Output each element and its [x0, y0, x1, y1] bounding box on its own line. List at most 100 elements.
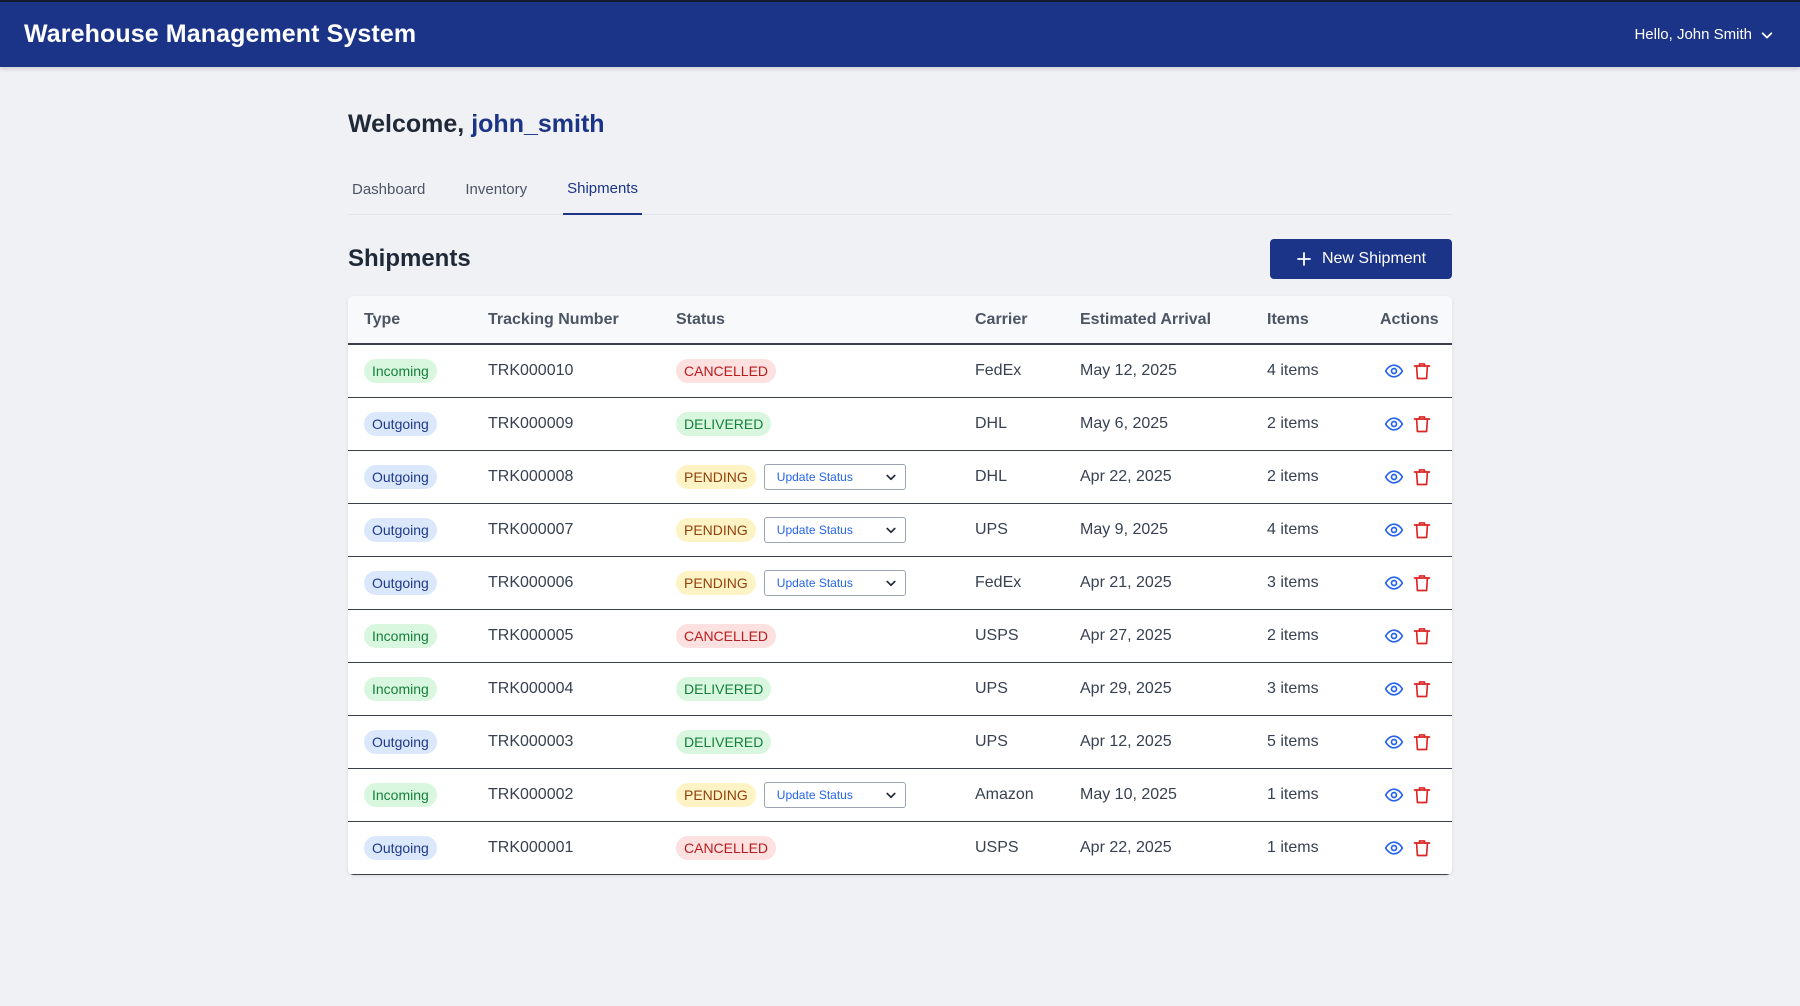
eye-icon[interactable]: [1384, 785, 1404, 805]
eye-icon[interactable]: [1384, 467, 1404, 487]
cell-tracking-number: TRK000009: [488, 414, 574, 432]
table-row: Incoming TRK000002 PENDING Update Status Ama…: [348, 768, 1452, 821]
column-header-actions: Actions: [1380, 310, 1439, 328]
cell-actions: [1364, 344, 1452, 397]
cell-carrier: Amazon: [975, 785, 1034, 803]
cell-carrier: UPS: [975, 679, 1008, 697]
trash-icon[interactable]: [1412, 361, 1432, 381]
table-row: Outgoing TRK000008 PENDING Update Status DHL…: [348, 450, 1452, 503]
table-row: Outgoing TRK000003 DELIVERED UPS Apr 12, 202…: [348, 715, 1452, 768]
status-badge: PENDING: [676, 570, 756, 595]
eye-icon[interactable]: [1384, 520, 1404, 540]
trash-icon[interactable]: [1412, 467, 1432, 487]
cell-tracking-number: TRK000007: [488, 520, 574, 538]
eye-icon[interactable]: [1384, 679, 1404, 699]
status-badge: PENDING: [676, 464, 756, 489]
column-header-carrier: Carrier: [975, 310, 1028, 328]
tab-dashboard[interactable]: Dashboard: [348, 164, 429, 215]
table-row: Outgoing TRK000001 CANCELLED USPS Apr 22, 20…: [348, 821, 1452, 874]
cell-estimated-arrival: May 9, 2025: [1080, 520, 1169, 538]
cell-actions: [1364, 503, 1452, 556]
cell-type: Incoming: [348, 768, 472, 821]
eye-icon[interactable]: [1384, 573, 1404, 593]
cell-status: DELIVERED: [660, 397, 959, 450]
column-header-items: Items: [1267, 310, 1309, 328]
cell-carrier: DHL: [975, 414, 1008, 432]
trash-icon[interactable]: [1412, 838, 1432, 858]
trash-icon[interactable]: [1412, 414, 1432, 434]
new-shipment-button[interactable]: New Shipment: [1270, 239, 1452, 279]
cell-actions: [1364, 556, 1452, 609]
cell-items: 5 items: [1267, 732, 1319, 750]
main-content: Welcome, john_smith Dashboard Inventory …: [348, 67, 1452, 875]
chevron-down-icon: [1761, 31, 1773, 38]
cell-items: 3 items: [1267, 573, 1319, 591]
cell-carrier: FedEx: [975, 361, 1022, 379]
cell-status: CANCELLED: [660, 344, 959, 397]
table-row: Outgoing TRK000006 PENDING Update Status Fed…: [348, 556, 1452, 609]
trash-icon[interactable]: [1412, 626, 1432, 646]
cell-tracking-number: TRK000004: [488, 679, 574, 697]
cell-estimated-arrival: Apr 27, 2025: [1080, 626, 1172, 644]
type-badge: Outgoing: [364, 835, 437, 860]
type-badge: Outgoing: [364, 517, 437, 542]
cell-carrier: USPS: [975, 838, 1019, 856]
trash-icon[interactable]: [1412, 732, 1432, 752]
cell-type: Incoming: [348, 662, 472, 715]
chevron-down-icon: [886, 792, 896, 798]
cell-items: 2 items: [1267, 467, 1319, 485]
cell-status: PENDING Update Status: [660, 503, 959, 556]
status-badge: DELIVERED: [676, 676, 772, 701]
cell-items: 1 items: [1267, 785, 1319, 803]
cell-status: PENDING Update Status: [660, 556, 959, 609]
trash-icon[interactable]: [1412, 679, 1432, 699]
top-navbar: Warehouse Management System Hello, John …: [0, 0, 1800, 67]
cell-estimated-arrival: May 10, 2025: [1080, 785, 1177, 803]
status-badge: PENDING: [676, 517, 756, 542]
cell-type: Incoming: [348, 609, 472, 662]
table-row: Outgoing TRK000007 PENDING Update Status UPS…: [348, 503, 1452, 556]
type-badge: Incoming: [364, 676, 437, 701]
cell-items: 4 items: [1267, 520, 1319, 538]
cell-estimated-arrival: Apr 22, 2025: [1080, 838, 1172, 856]
cell-status: CANCELLED: [660, 821, 959, 874]
welcome-heading: Welcome, john_smith: [348, 110, 1452, 144]
eye-icon[interactable]: [1384, 626, 1404, 646]
cell-status: PENDING Update Status: [660, 768, 959, 821]
update-status-select[interactable]: Update Status: [763, 781, 906, 808]
cell-type: Outgoing: [348, 397, 472, 450]
cell-type: Outgoing: [348, 503, 472, 556]
type-badge: Outgoing: [364, 729, 437, 754]
type-badge: Incoming: [364, 358, 437, 383]
trash-icon[interactable]: [1412, 520, 1432, 540]
eye-icon[interactable]: [1384, 732, 1404, 752]
user-menu[interactable]: Hello, John Smith: [1634, 26, 1774, 43]
cell-tracking-number: TRK000002: [488, 785, 574, 803]
update-status-select[interactable]: Update Status: [763, 463, 906, 490]
eye-icon[interactable]: [1384, 838, 1404, 858]
update-status-label: Update Status: [776, 575, 853, 590]
cell-status: PENDING Update Status: [660, 450, 959, 503]
trash-icon[interactable]: [1412, 573, 1432, 593]
tab-shipments[interactable]: Shipments: [563, 164, 642, 215]
chevron-down-icon: [886, 580, 896, 586]
cell-tracking-number: TRK000003: [488, 732, 574, 750]
cell-carrier: UPS: [975, 732, 1008, 750]
shipments-table: Type Tracking Number Status Carrier Esti…: [348, 296, 1452, 875]
update-status-select[interactable]: Update Status: [763, 569, 906, 596]
eye-icon[interactable]: [1384, 361, 1404, 381]
trash-icon[interactable]: [1412, 785, 1432, 805]
cell-status: DELIVERED: [660, 662, 959, 715]
plus-icon: [1297, 252, 1311, 266]
new-shipment-label: New Shipment: [1321, 250, 1427, 267]
table-row: Outgoing TRK000009 DELIVERED DHL May 6, 2025…: [348, 397, 1452, 450]
cell-estimated-arrival: May 6, 2025: [1080, 414, 1169, 432]
cell-actions: [1364, 821, 1452, 874]
update-status-select[interactable]: Update Status: [763, 516, 906, 543]
cell-estimated-arrival: Apr 22, 2025: [1080, 467, 1172, 485]
tab-inventory[interactable]: Inventory: [461, 164, 531, 215]
type-badge: Outgoing: [364, 570, 437, 595]
cell-tracking-number: TRK000005: [488, 626, 574, 644]
eye-icon[interactable]: [1384, 414, 1404, 434]
chevron-down-icon: [886, 474, 896, 480]
